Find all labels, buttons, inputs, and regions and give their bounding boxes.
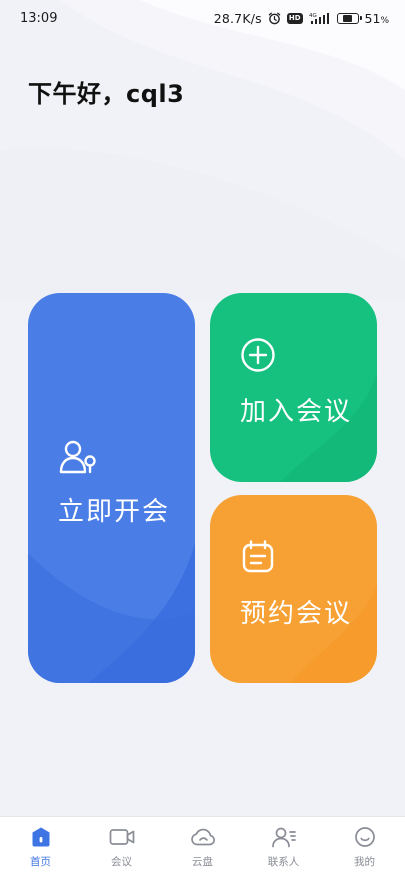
- battery-icon: [336, 12, 362, 24]
- video-camera-icon: [109, 825, 135, 849]
- battery-fill: [342, 14, 353, 22]
- bottom-navigation: 首页 会议 云盘 联系人 我的: [0, 816, 405, 878]
- schedule-meeting-button[interactable]: 预约会议: [210, 495, 377, 683]
- person-meeting-icon: [58, 439, 98, 479]
- contacts-icon: [271, 825, 297, 849]
- nav-item-meetings[interactable]: 会议: [82, 825, 162, 869]
- status-bar: 13:09 28.7K/s HD 4G 51%: [0, 0, 405, 36]
- background-decoration: [0, 0, 405, 300]
- join-meeting-button[interactable]: 加入会议: [210, 293, 377, 482]
- join-meeting-label: 加入会议: [240, 397, 353, 427]
- tile-decoration: [280, 373, 377, 482]
- smiley-icon: [352, 825, 378, 849]
- calendar-icon: [240, 539, 276, 579]
- alarm-icon: [268, 12, 281, 25]
- start-meeting-label: 立即开会: [58, 497, 171, 527]
- nav-label-cloud-drive: 云盘: [192, 856, 213, 868]
- plus-circle-icon: [240, 337, 276, 377]
- nav-label-contacts: 联系人: [267, 856, 300, 868]
- battery-percent: 51%: [364, 10, 389, 26]
- signal-label: 4G: [309, 13, 317, 19]
- schedule-meeting-label: 预约会议: [240, 599, 353, 629]
- nav-item-profile[interactable]: 我的: [325, 825, 405, 869]
- nav-item-cloud-drive[interactable]: 云盘: [163, 825, 243, 869]
- start-meeting-button[interactable]: 立即开会: [28, 293, 195, 683]
- nav-item-contacts[interactable]: 联系人: [244, 825, 324, 869]
- hd-icon: HD: [286, 12, 303, 24]
- nav-label-home: 首页: [30, 856, 51, 868]
- nav-label-meetings: 会议: [111, 856, 132, 868]
- nav-label-profile: 我的: [354, 856, 375, 868]
- status-time: 13:09: [20, 10, 58, 26]
- signal-icon: 4G: [309, 12, 331, 25]
- home-icon: [28, 825, 54, 849]
- tile-decoration: [290, 585, 377, 683]
- greeting-title: 下午好，cql3: [28, 80, 185, 108]
- nav-item-home[interactable]: 首页: [1, 825, 81, 869]
- network-speed: 28.7K/s: [213, 10, 262, 26]
- status-indicators: 28.7K/s HD 4G 51%: [214, 11, 389, 26]
- cloud-icon: [190, 825, 216, 849]
